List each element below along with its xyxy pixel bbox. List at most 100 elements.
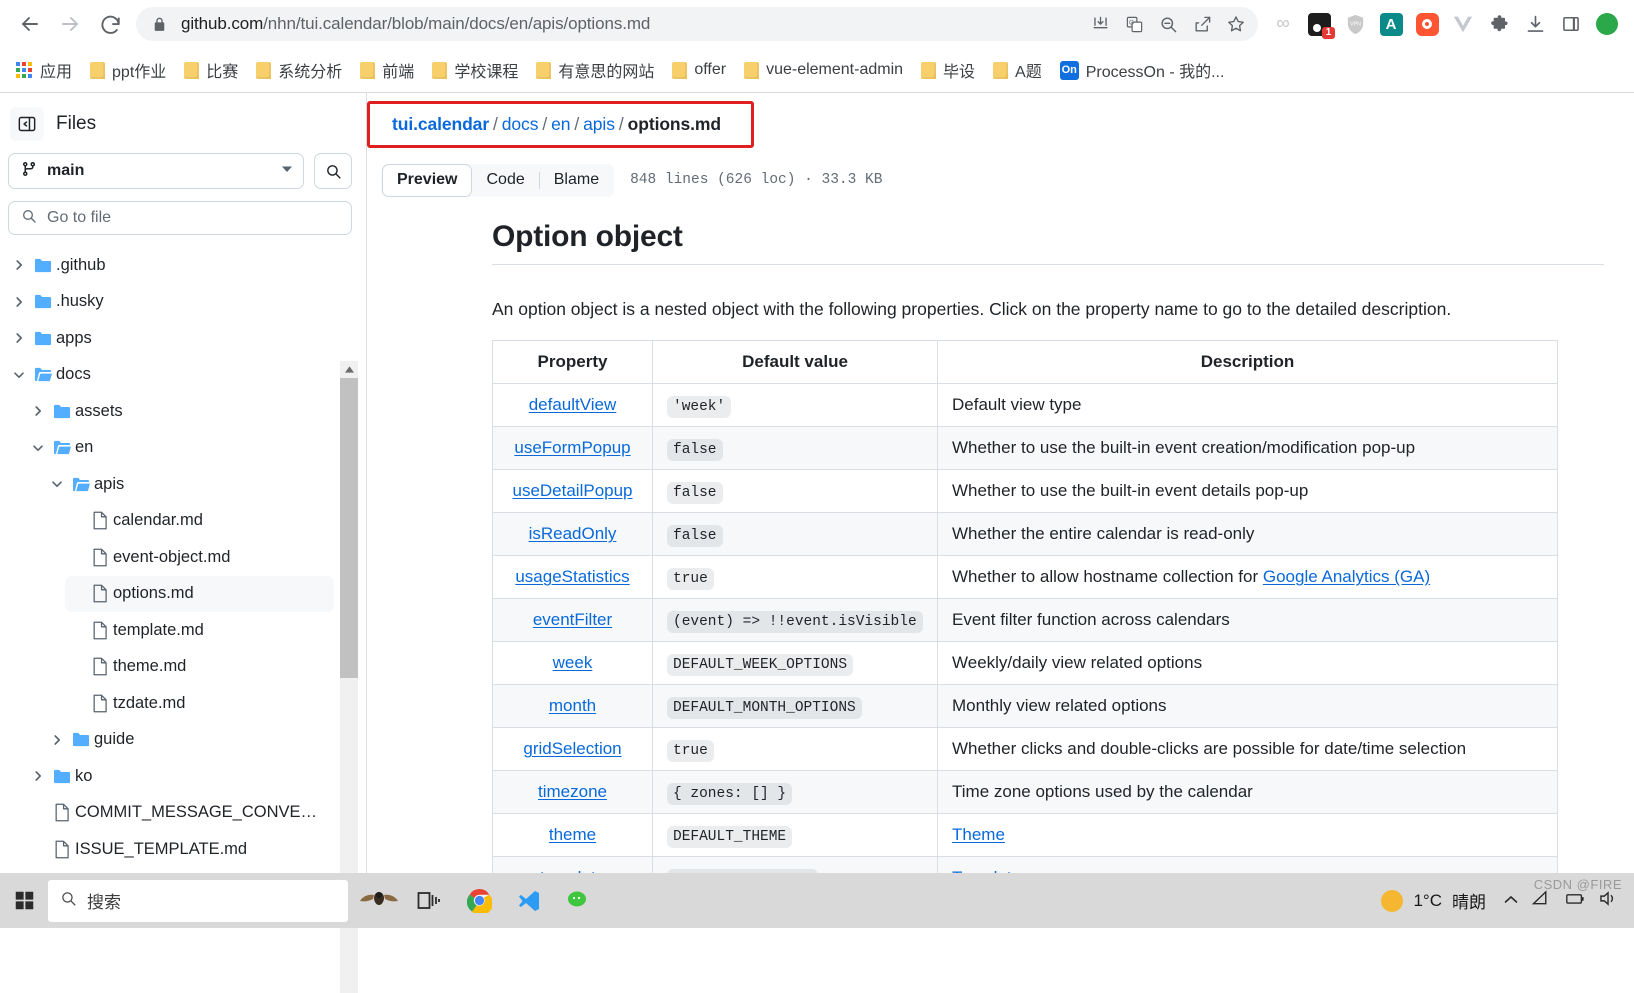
translate-icon[interactable]: G [1118,8,1150,40]
start-button[interactable] [0,873,48,928]
tree-folder-assets[interactable]: assets [27,393,334,430]
go-to-file-input[interactable]: Go to file [8,201,352,235]
bookmark-processon[interactable]: On ProcessOn - 我的... [1052,53,1233,87]
cell-default-value: false [652,512,938,557]
property-link-useFormPopup[interactable]: useFormPopup [514,438,630,457]
property-link-gridSelection[interactable]: gridSelection [523,739,621,758]
axure-icon[interactable]: A [1374,7,1408,41]
taskbar-search-box[interactable]: 搜索 [48,879,348,922]
tab-blame[interactable]: Blame [540,164,613,197]
vscode-icon[interactable] [504,873,554,928]
extensions-puzzle-icon[interactable] [1482,7,1516,41]
tree-folder-apis[interactable]: apis [46,466,334,503]
sidebar-search-button[interactable] [314,153,352,189]
breadcrumb-en[interactable]: en [551,114,570,134]
tree-file-event-object-md[interactable]: event-object.md [65,539,334,576]
breadcrumb-docs[interactable]: docs [502,114,539,134]
infinity-icon[interactable]: ∞ [1266,7,1300,41]
tree-folder-docs[interactable]: docs [8,357,334,394]
battery-icon[interactable] [1565,890,1585,912]
downloads-icon[interactable] [1518,7,1552,41]
property-link-theme[interactable]: theme [549,825,596,844]
tree-file-options-md[interactable]: options.md [65,575,334,612]
page-title: Option object [492,202,1604,265]
wechat-icon[interactable] [554,873,604,928]
tree-folder-husky[interactable]: .husky [8,284,334,321]
tree-file-calendar-md[interactable]: calendar.md [65,503,334,540]
tree-file-tzdate-md[interactable]: tzdate.md [65,685,334,722]
forward-button[interactable] [50,4,90,44]
bookmark-offer[interactable]: offer [664,56,734,84]
property-link-isReadOnly[interactable]: isReadOnly [529,524,617,543]
share-icon[interactable] [1186,8,1218,40]
taskbar-weather[interactable]: 1°C 晴朗 [1369,888,1498,913]
view-tabbar: Preview Code Blame 848 lines (626 loc) ·… [367,148,1634,202]
tree-file-commit-message-convent[interactable]: COMMIT_MESSAGE_CONVENT... [27,795,334,832]
reload-button[interactable] [90,4,130,44]
description-link[interactable]: Google Analytics (GA) [1263,567,1430,586]
tree-item-label: .github [56,255,106,274]
tree-folder-guide[interactable]: guide [46,722,334,759]
tab-preview[interactable]: Preview [382,163,473,197]
file-icon [87,511,113,530]
property-link-usageStatistics[interactable]: usageStatistics [515,567,629,586]
bookmark-star-icon[interactable] [1220,8,1252,40]
install-icon[interactable] [1084,8,1116,40]
property-link-month[interactable]: month [549,696,596,715]
bookmark-interesting-sites[interactable]: 有意思的网站 [528,53,662,87]
chevron-down-icon[interactable] [27,442,49,454]
tree-file-issue-template-md[interactable]: ISSUE_TEMPLATE.md [27,831,334,868]
breadcrumb-repo[interactable]: tui.calendar [392,114,489,134]
volume-icon[interactable] [1599,890,1618,912]
bookmark-school-courses[interactable]: 学校课程 [424,53,526,87]
chevron-up-icon[interactable] [1504,892,1518,910]
scroll-up-arrow-icon[interactable] [344,361,354,378]
chevron-right-icon[interactable] [8,296,30,308]
bookmark-frontend[interactable]: 前端 [352,53,422,87]
vpn-icon[interactable]: VPN [1338,7,1372,41]
bookmark-system-analysis[interactable]: 系统分析 [248,53,350,87]
tab-code[interactable]: Code [472,164,538,197]
tree-file-theme-md[interactable]: theme.md [65,649,334,686]
tree-folder-ko[interactable]: ko [27,758,334,795]
scrollbar-thumb[interactable] [340,378,358,678]
chevron-right-icon[interactable] [8,259,30,271]
chevron-right-icon[interactable] [27,770,49,782]
chevron-down-icon[interactable] [46,478,68,490]
bookmark-graduation-project[interactable]: 毕设 [913,53,983,87]
panel-collapse-icon[interactable] [10,107,44,141]
profile-avatar-icon[interactable] [1590,7,1624,41]
chevron-right-icon[interactable] [27,405,49,417]
property-link-timezone[interactable]: timezone [538,782,607,801]
address-bar[interactable]: github.com/nhn/tui.calendar/blob/main/do… [136,7,1258,41]
vue-devtools-icon[interactable] [1446,7,1480,41]
chevron-right-icon[interactable] [8,332,30,344]
adblock-icon[interactable]: 1 [1302,7,1336,41]
description-link[interactable]: Theme [952,825,1005,844]
back-button[interactable] [10,4,50,44]
tree-folder-en[interactable]: en [27,430,334,467]
chrome-icon[interactable] [454,873,504,928]
pinned-app-eagle-icon[interactable] [354,873,404,928]
chevron-down-icon[interactable] [8,369,30,381]
property-link-defaultView[interactable]: defaultView [529,395,617,414]
tree-folder-github[interactable]: .github [8,247,334,284]
bookmark-ppt-homework[interactable]: ppt作业 [82,53,174,87]
property-link-useDetailPopup[interactable]: useDetailPopup [512,481,632,500]
tree-folder-apps[interactable]: apps [8,320,334,357]
chevron-right-icon[interactable] [46,734,68,746]
property-link-week[interactable]: week [553,653,593,672]
side-panel-icon[interactable] [1554,7,1588,41]
zoom-out-icon[interactable] [1152,8,1184,40]
property-link-eventFilter[interactable]: eventFilter [533,610,612,629]
network-icon[interactable] [1531,889,1551,912]
bookmark-apps[interactable]: 应用 [8,53,80,87]
breadcrumb-apis[interactable]: apis [583,114,615,134]
branch-selector[interactable]: main [8,153,304,189]
octotree-icon[interactable] [1410,7,1444,41]
bookmark-vue-element-admin[interactable]: vue-element-admin [736,56,911,84]
tree-file-template-md[interactable]: template.md [65,612,334,649]
bookmark-topic-a[interactable]: A题 [985,53,1050,87]
bookmark-competition[interactable]: 比赛 [176,53,246,87]
task-view-icon[interactable] [404,873,454,928]
